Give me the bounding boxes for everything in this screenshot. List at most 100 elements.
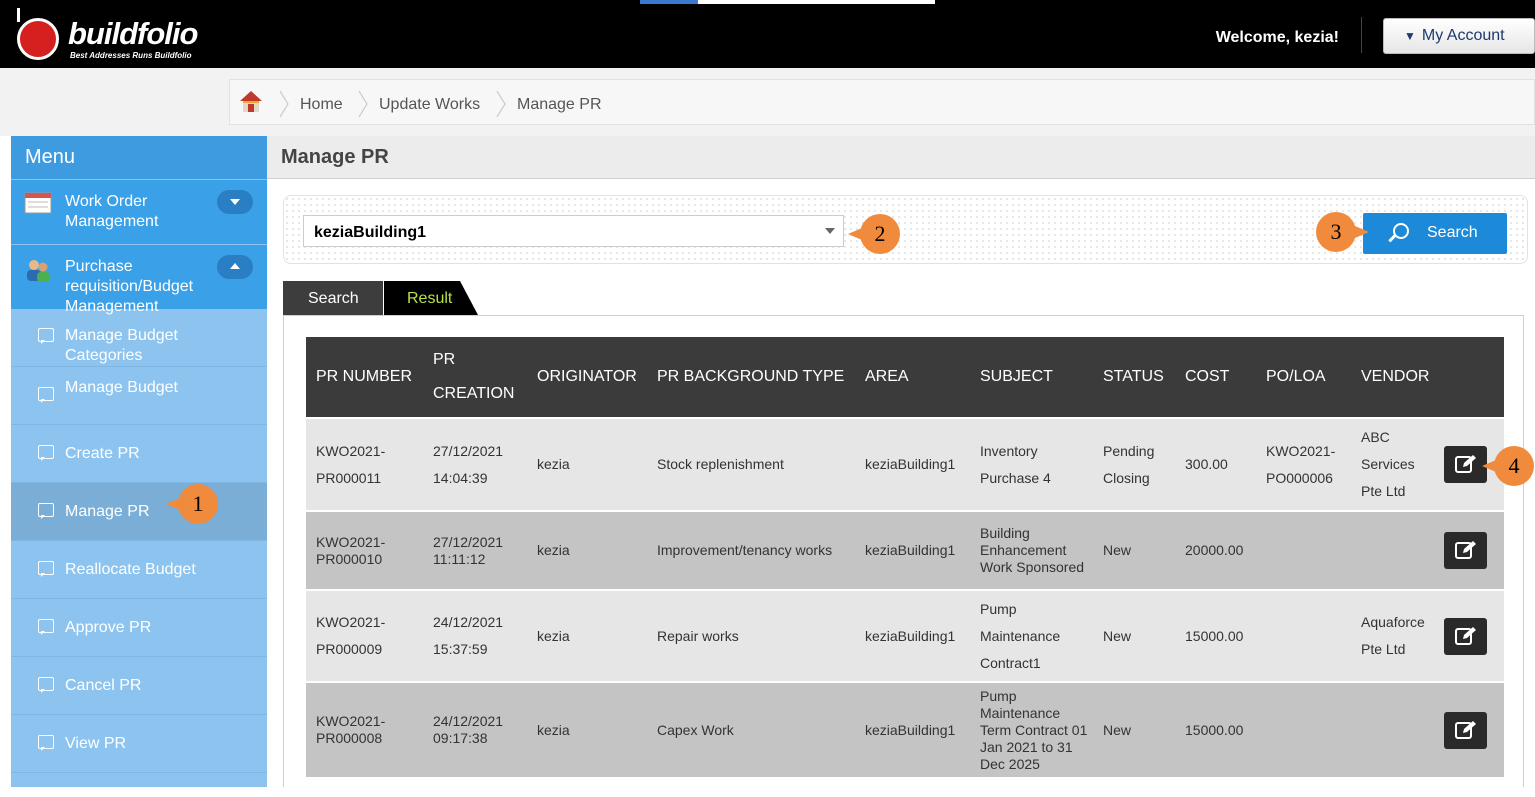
column-header[interactable]: PR NUMBER xyxy=(306,337,423,418)
cell-cost: 15000.00 xyxy=(1175,590,1256,682)
cell-actions xyxy=(1438,682,1504,778)
callout-arrow xyxy=(1355,226,1369,238)
sidebar-item-view-pr[interactable]: View PR xyxy=(11,715,267,773)
cell-background-type: Stock replenishment xyxy=(647,418,855,511)
table-row[interactable]: KWO2021-PR000008 24/12/2021 09:17:38 kez… xyxy=(306,682,1504,778)
column-header[interactable]: PO/LOA xyxy=(1256,337,1351,418)
sidebar-group-purchase-requisition[interactable]: Purchase requisition/Budget Management xyxy=(11,245,267,315)
comment-icon xyxy=(38,677,54,693)
edit-button[interactable] xyxy=(1444,617,1487,655)
expand-toggle-icon[interactable] xyxy=(217,190,253,214)
edit-icon xyxy=(1455,455,1476,473)
comment-icon xyxy=(38,619,54,635)
comment-icon xyxy=(38,735,54,751)
sidebar-item-label: View PR xyxy=(65,735,127,752)
column-header[interactable]: PR CREATION xyxy=(423,337,527,418)
cell-area: keziaBuilding1 xyxy=(855,511,970,590)
column-header[interactable]: AREA xyxy=(855,337,970,418)
bottom-strip xyxy=(0,787,1535,797)
column-header[interactable]: VENDOR xyxy=(1351,337,1438,418)
comment-icon xyxy=(38,561,54,577)
sidebar-item-approve-pr[interactable]: Approve PR xyxy=(11,599,267,657)
collapse-toggle-icon[interactable] xyxy=(217,255,253,279)
main-header xyxy=(267,136,1535,179)
sidebar-item-create-pr[interactable]: Create PR xyxy=(11,425,267,483)
pr-table: PR NUMBER PR CREATION ORIGINATOR PR BACK… xyxy=(306,337,1504,779)
sidebar-group-work-order[interactable]: Work Order Management xyxy=(11,180,267,244)
cell-background-type: Repair works xyxy=(647,590,855,682)
cell-status: Pending Closing xyxy=(1093,418,1175,511)
edit-icon xyxy=(1455,720,1476,739)
cell-pr-creation: 24/12/2021 09:17:38 xyxy=(423,682,527,778)
cell-vendor: Aquaforce Pte Ltd xyxy=(1351,590,1438,682)
header-stripe-accent xyxy=(640,0,698,4)
cell-po-loa xyxy=(1256,682,1351,778)
cell-vendor: ABC Services Pte Ltd xyxy=(1351,418,1438,511)
sidebar-item-manage-budget[interactable]: Manage Budget xyxy=(11,367,267,425)
sidebar-item-reallocate-budget[interactable]: Reallocate Budget xyxy=(11,541,267,599)
edit-button[interactable] xyxy=(1444,446,1487,483)
page-title: Manage PR xyxy=(281,146,389,168)
logo-mark-tick xyxy=(17,8,20,22)
breadcrumb-update-works[interactable]: Update Works xyxy=(379,96,480,114)
cell-originator: kezia xyxy=(527,590,647,682)
cell-actions xyxy=(1438,511,1504,590)
cell-po-loa xyxy=(1256,590,1351,682)
cell-subject: Inventory Purchase 4 xyxy=(970,418,1093,511)
cell-po-loa xyxy=(1256,511,1351,590)
sidebar-item-cancel-pr[interactable]: Cancel PR xyxy=(11,657,267,715)
cell-pr-number: KWO2021-PR000008 xyxy=(306,682,423,778)
sidebar-item-label: Manage Budget xyxy=(65,379,178,396)
column-header[interactable]: COST xyxy=(1175,337,1256,418)
cell-po-loa: KWO2021-PO000006 xyxy=(1256,418,1351,511)
users-icon xyxy=(27,260,50,282)
header-divider xyxy=(1361,17,1362,53)
callout-4: 4 xyxy=(1494,446,1534,486)
cell-pr-number: KWO2021-PR000011 xyxy=(306,418,423,511)
building-select[interactable]: keziaBuilding1 xyxy=(303,215,844,247)
table-row[interactable]: KWO2021-PR000009 24/12/2021 15:37:59 kez… xyxy=(306,590,1504,682)
sidebar-item-label: Cancel PR xyxy=(65,677,142,694)
logo-icon[interactable] xyxy=(17,18,59,60)
cell-actions xyxy=(1438,590,1504,682)
cell-area: keziaBuilding1 xyxy=(855,418,970,511)
column-header[interactable]: ORIGINATOR xyxy=(527,337,647,418)
edit-button[interactable] xyxy=(1444,532,1487,569)
home-icon[interactable] xyxy=(238,89,264,115)
sidebar-item-manage-pr[interactable]: Manage PR xyxy=(11,483,267,541)
sidebar-title: Menu xyxy=(11,136,267,179)
column-header[interactable]: SUBJECT xyxy=(970,337,1093,418)
cell-subject: Pump Maintenance Contract1 xyxy=(970,590,1093,682)
cell-cost: 20000.00 xyxy=(1175,511,1256,590)
logo-tagline: Best Addresses Runs Buildfolio xyxy=(70,51,192,60)
sidebar-item-manage-budget-categories[interactable]: Manage Budget Categories xyxy=(11,310,267,367)
tab-search[interactable]: Search xyxy=(283,281,383,315)
edit-button[interactable] xyxy=(1444,711,1487,749)
table-row[interactable]: KWO2021-PR000011 27/12/2021 14:04:39 kez… xyxy=(306,418,1504,511)
cell-cost: 15000.00 xyxy=(1175,682,1256,778)
sidebar-item-label: Approve PR xyxy=(65,619,152,636)
column-header[interactable]: STATUS xyxy=(1093,337,1175,418)
cell-subject: Pump Maintenance Term Contract 01 Jan 20… xyxy=(970,682,1093,778)
table-row[interactable]: KWO2021-PR000010 27/12/2021 11:11:12 kez… xyxy=(306,511,1504,590)
cell-background-type: Improvement/tenancy works xyxy=(647,511,855,590)
column-header[interactable]: PR BACKGROUND TYPE xyxy=(647,337,855,418)
cell-status: New xyxy=(1093,590,1175,682)
breadcrumb-separator-icon xyxy=(496,90,506,118)
my-account-button[interactable]: ▼ My Account xyxy=(1383,18,1535,54)
cell-pr-number: KWO2021-PR000010 xyxy=(306,511,423,590)
tab-result[interactable]: Result xyxy=(384,281,460,315)
comment-icon xyxy=(38,387,54,403)
top-header: buildfolio Best Addresses Runs Buildfoli… xyxy=(0,0,1535,68)
search-button[interactable]: Search xyxy=(1363,213,1507,254)
cell-vendor xyxy=(1351,511,1438,590)
logo-text[interactable]: buildfolio xyxy=(68,16,198,52)
sidebar-group-label: Work Order Management xyxy=(65,193,159,230)
breadcrumb-home[interactable]: Home xyxy=(300,96,343,114)
cell-subject: Building Enhancement Work Sponsored xyxy=(970,511,1093,590)
cell-vendor xyxy=(1351,682,1438,778)
comment-icon xyxy=(38,445,54,461)
column-header-actions xyxy=(1438,337,1504,418)
breadcrumb-separator-icon xyxy=(279,90,289,118)
calendar-icon xyxy=(24,192,52,214)
